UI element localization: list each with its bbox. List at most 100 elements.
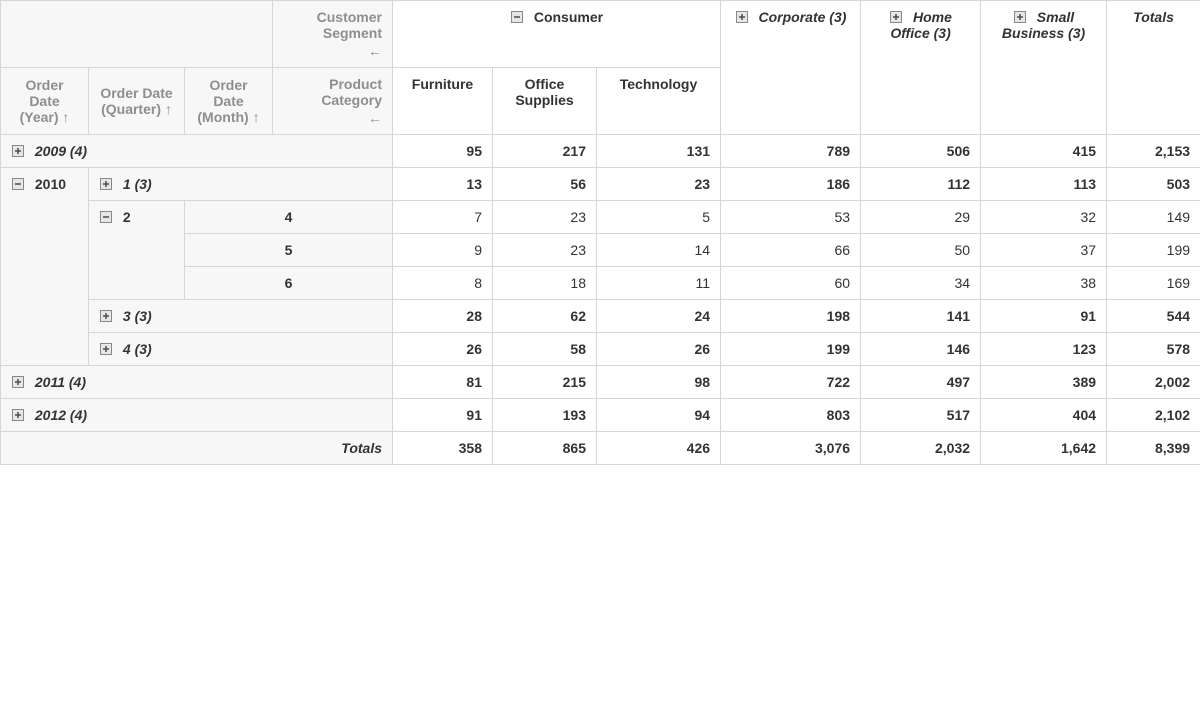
cell: 186 <box>721 168 861 201</box>
customer-segment-header[interactable]: Customer Segment ← <box>273 1 393 68</box>
cell: 3,076 <box>721 432 861 465</box>
cell: 426 <box>597 432 721 465</box>
cell: 789 <box>721 135 861 168</box>
plus-icon[interactable] <box>11 375 25 389</box>
month-5-cell[interactable]: 5 <box>185 234 393 267</box>
cell: 7 <box>393 201 493 234</box>
office-supplies-header[interactable]: Office Supplies <box>493 68 597 135</box>
plus-icon[interactable] <box>99 177 113 191</box>
row-2010-q3: 3 (3) 28 62 24 198 141 91 544 <box>1 300 1200 333</box>
cell: 56 <box>493 168 597 201</box>
row-2011: 2011 (4) 81 215 98 722 497 389 2,002 <box>1 366 1200 399</box>
cell: 2,032 <box>861 432 981 465</box>
cell: 62 <box>493 300 597 333</box>
corner-blank <box>1 1 273 68</box>
row-2010-q2-m4: 2 4 7 23 5 53 29 32 149 <box>1 201 1200 234</box>
minus-icon[interactable] <box>11 177 25 191</box>
cell: 506 <box>861 135 981 168</box>
plus-icon[interactable] <box>889 10 903 24</box>
cell: 2,002 <box>1107 366 1200 399</box>
cell: 60 <box>721 267 861 300</box>
cell: 37 <box>981 234 1107 267</box>
minus-icon[interactable] <box>99 210 113 224</box>
corporate-label: Corporate (3) <box>759 9 847 25</box>
arrow-left-icon: ← <box>368 110 382 126</box>
minus-icon[interactable] <box>510 10 524 24</box>
year-2009-cell[interactable]: 2009 (4) <box>1 135 393 168</box>
consumer-label: Consumer <box>534 9 603 25</box>
cell: 149 <box>1107 201 1200 234</box>
plus-icon[interactable] <box>735 10 749 24</box>
cell: 865 <box>493 432 597 465</box>
cell: 5 <box>597 201 721 234</box>
cell: 24 <box>597 300 721 333</box>
cell: 98 <box>597 366 721 399</box>
cell: 497 <box>861 366 981 399</box>
cell: 23 <box>493 201 597 234</box>
cell: 8 <box>393 267 493 300</box>
cell: 1,642 <box>981 432 1107 465</box>
cell: 14 <box>597 234 721 267</box>
cell: 415 <box>981 135 1107 168</box>
year-2010-cell[interactable]: 2010 <box>1 168 89 366</box>
month-6-cell[interactable]: 6 <box>185 267 393 300</box>
quarter-2010-4-cell[interactable]: 4 (3) <box>89 333 393 366</box>
consumer-group-header[interactable]: Consumer <box>393 1 721 68</box>
small-business-header[interactable]: Small Business (3) <box>981 1 1107 135</box>
plus-icon[interactable] <box>1013 10 1027 24</box>
plus-icon[interactable] <box>11 144 25 158</box>
row-totals: Totals 358 865 426 3,076 2,032 1,642 8,3… <box>1 432 1200 465</box>
cell: 146 <box>861 333 981 366</box>
cell: 198 <box>721 300 861 333</box>
cell: 217 <box>493 135 597 168</box>
cell: 578 <box>1107 333 1200 366</box>
cell: 8,399 <box>1107 432 1200 465</box>
order-date-year-header[interactable]: Order Date (Year) ↑ <box>1 68 89 135</box>
cell: 28 <box>393 300 493 333</box>
cell: 53 <box>721 201 861 234</box>
order-date-month-header[interactable]: Order Date (Month) ↑ <box>185 68 273 135</box>
cell: 81 <box>393 366 493 399</box>
cell: 169 <box>1107 267 1200 300</box>
row-2012: 2012 (4) 91 193 94 803 517 404 2,102 <box>1 399 1200 432</box>
cell: 26 <box>597 333 721 366</box>
corporate-header[interactable]: Corporate (3) <box>721 1 861 135</box>
month-4-cell[interactable]: 4 <box>185 201 393 234</box>
cell: 26 <box>393 333 493 366</box>
cell: 803 <box>721 399 861 432</box>
cell: 23 <box>493 234 597 267</box>
cell: 91 <box>981 300 1107 333</box>
cell: 389 <box>981 366 1107 399</box>
plus-icon[interactable] <box>11 408 25 422</box>
cell: 112 <box>861 168 981 201</box>
quarter-2010-2-cell[interactable]: 2 <box>89 201 185 300</box>
year-2012-cell[interactable]: 2012 (4) <box>1 399 393 432</box>
cell: 38 <box>981 267 1107 300</box>
product-category-header[interactable]: Product Category ← <box>273 68 393 135</box>
quarter-2010-1-cell[interactable]: 1 (3) <box>89 168 393 201</box>
order-date-quarter-header[interactable]: Order Date (Quarter) ↑ <box>89 68 185 135</box>
cell: 94 <box>597 399 721 432</box>
cell: 18 <box>493 267 597 300</box>
plus-icon[interactable] <box>99 309 113 323</box>
plus-icon[interactable] <box>99 342 113 356</box>
product-category-label: Product Category <box>321 76 382 108</box>
cell: 11 <box>597 267 721 300</box>
technology-header[interactable]: Technology <box>597 68 721 135</box>
cell: 66 <box>721 234 861 267</box>
cell: 29 <box>861 201 981 234</box>
cell: 199 <box>1107 234 1200 267</box>
cell: 358 <box>393 432 493 465</box>
cell: 113 <box>981 168 1107 201</box>
customer-segment-label: Customer Segment <box>317 9 382 41</box>
row-2009: 2009 (4) 95 217 131 789 506 415 2,153 <box>1 135 1200 168</box>
cell: 193 <box>493 399 597 432</box>
cell: 91 <box>393 399 493 432</box>
furniture-header[interactable]: Furniture <box>393 68 493 135</box>
cell: 544 <box>1107 300 1200 333</box>
home-office-header[interactable]: Home Office (3) <box>861 1 981 135</box>
cell: 131 <box>597 135 721 168</box>
year-2011-cell[interactable]: 2011 (4) <box>1 366 393 399</box>
quarter-2010-3-cell[interactable]: 3 (3) <box>89 300 393 333</box>
pivot-table: Customer Segment ← Consumer Corporate (3… <box>0 0 1200 465</box>
